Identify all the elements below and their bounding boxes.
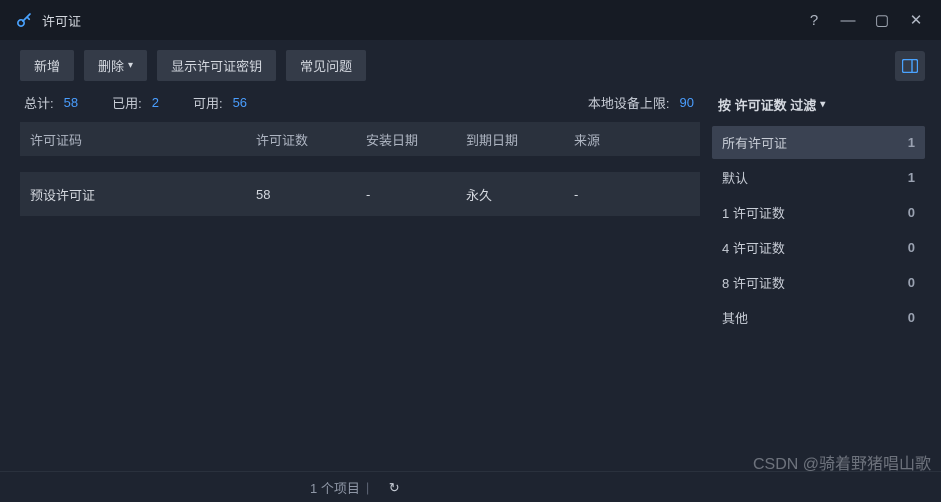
divider: | xyxy=(366,480,369,495)
filter-item-label: 默认 xyxy=(722,168,908,187)
minimize-button[interactable]: — xyxy=(831,6,865,34)
table-body: 预设许可证 58 - 永久 - xyxy=(20,156,700,471)
titlebar: 许可证 ? — ▢ ✕ xyxy=(0,0,941,40)
filter-item-count: 0 xyxy=(908,205,915,220)
col-code[interactable]: 许可证码 xyxy=(26,130,256,149)
avail-value: 56 xyxy=(233,95,247,110)
total-label: 总计: xyxy=(24,93,54,112)
delete-button-label: 删除 xyxy=(98,56,124,75)
filter-list: 所有许可证 1 默认 1 1 许可证数 0 4 许可证数 0 8 许可证数 0 … xyxy=(712,126,925,334)
filter-item-8[interactable]: 8 许可证数 0 xyxy=(712,266,925,299)
cell-install: - xyxy=(366,187,466,202)
filter-item-count: 1 xyxy=(908,170,915,185)
filter-item-count: 1 xyxy=(908,135,915,150)
cell-expire: 永久 xyxy=(466,185,574,204)
filter-title: 按 许可证数 过滤 xyxy=(718,95,816,114)
cell-count: 58 xyxy=(256,187,366,202)
cell-code: 预设许可证 xyxy=(26,185,256,204)
filter-item-4[interactable]: 4 许可证数 0 xyxy=(712,231,925,264)
col-count[interactable]: 许可证数 xyxy=(256,130,366,149)
toggle-panel-button[interactable] xyxy=(895,51,925,81)
cell-source: - xyxy=(574,187,694,202)
faq-button[interactable]: 常见问题 xyxy=(286,50,366,81)
avail-label: 可用: xyxy=(193,93,223,112)
filter-item-label: 8 许可证数 xyxy=(722,273,908,292)
window-title: 许可证 xyxy=(42,11,81,30)
total-value: 58 xyxy=(64,95,78,110)
status-items: 1 个项目 xyxy=(310,478,360,497)
statusbar: 1 个项目 | ↻ xyxy=(0,471,941,502)
table-header: 许可证码 许可证数 安装日期 到期日期 来源 xyxy=(20,122,700,156)
maximize-button[interactable]: ▢ xyxy=(865,6,899,34)
show-key-button[interactable]: 显示许可证密钥 xyxy=(157,50,276,81)
chevron-down-icon: ▾ xyxy=(820,99,825,110)
filter-item-1[interactable]: 1 许可证数 0 xyxy=(712,196,925,229)
toolbar: 新增 删除 ▾ 显示许可证密钥 常见问题 xyxy=(0,40,941,89)
device-limit-value: 90 xyxy=(680,95,694,110)
filter-title-row[interactable]: 按 许可证数 过滤 ▾ xyxy=(712,89,925,126)
col-expire[interactable]: 到期日期 xyxy=(466,130,574,149)
add-button[interactable]: 新增 xyxy=(20,50,74,81)
close-button[interactable]: ✕ xyxy=(899,6,933,34)
filter-item-label: 所有许可证 xyxy=(722,133,908,152)
stats-row: 总计: 58 已用: 2 可用: 56 本地设备上限: 90 xyxy=(20,89,700,122)
filter-item-label: 4 许可证数 xyxy=(722,238,908,257)
table-row[interactable]: 预设许可证 58 - 永久 - xyxy=(20,172,700,216)
col-source[interactable]: 来源 xyxy=(574,130,694,149)
used-label: 已用: xyxy=(112,93,142,112)
filter-item-label: 其他 xyxy=(722,308,908,327)
delete-button[interactable]: 删除 ▾ xyxy=(84,50,147,81)
filter-item-default[interactable]: 默认 1 xyxy=(712,161,925,194)
filter-item-count: 0 xyxy=(908,275,915,290)
filter-item-count: 0 xyxy=(908,310,915,325)
filter-item-all[interactable]: 所有许可证 1 xyxy=(712,126,925,159)
chevron-down-icon: ▾ xyxy=(128,60,133,71)
help-button[interactable]: ? xyxy=(797,6,831,34)
panel-icon xyxy=(902,59,918,73)
main-panel: 总计: 58 已用: 2 可用: 56 本地设备上限: 90 许可证码 许可证数… xyxy=(0,89,700,471)
device-limit-label: 本地设备上限: xyxy=(588,93,670,112)
filter-item-label: 1 许可证数 xyxy=(722,203,908,222)
filter-panel: 按 许可证数 过滤 ▾ 所有许可证 1 默认 1 1 许可证数 0 4 许可证数… xyxy=(700,89,941,471)
used-value: 2 xyxy=(152,95,159,110)
key-icon xyxy=(14,10,34,30)
refresh-button[interactable]: ↻ xyxy=(381,477,407,499)
filter-item-count: 0 xyxy=(908,240,915,255)
filter-item-other[interactable]: 其他 0 xyxy=(712,301,925,334)
col-install[interactable]: 安装日期 xyxy=(366,130,466,149)
